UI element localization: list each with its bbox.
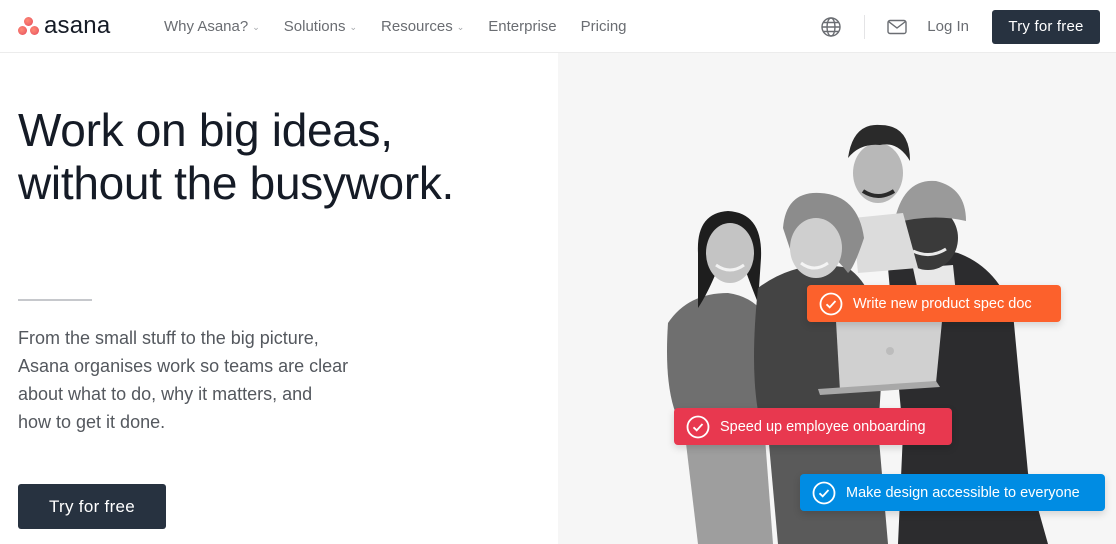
globe-icon[interactable]	[820, 16, 842, 38]
login-link[interactable]: Log In	[927, 18, 969, 35]
check-circle-icon	[812, 481, 836, 504]
nav-item-pricing[interactable]: Pricing	[581, 18, 627, 35]
task-badge-accessible-design[interactable]: Make design accessible to everyone	[800, 474, 1105, 511]
header-divider	[864, 14, 866, 39]
hero-description: From the small stuff to the big picture,…	[18, 324, 378, 436]
header-try-for-free-button[interactable]: Try for free	[992, 9, 1100, 44]
nav-item-label: Resources	[381, 18, 453, 35]
hero-title: Work on big ideas, without the busywork.	[18, 104, 538, 210]
task-label: Speed up employee onboarding	[720, 418, 926, 435]
hero-description-line: From the small stuff to the big picture,	[18, 328, 319, 348]
task-label: Make design accessible to everyone	[846, 484, 1080, 501]
task-badge-product-spec[interactable]: Write new product spec doc	[807, 285, 1061, 322]
top-navigation-bar: asana Why Asana? ⌄ Solutions ⌄ Resources…	[0, 0, 1116, 53]
asana-logo[interactable]: asana	[18, 12, 111, 39]
header-actions: Log In Try for free	[820, 0, 1100, 53]
hero-try-for-free-button[interactable]: Try for free	[18, 484, 166, 529]
nav-item-why-asana[interactable]: Why Asana? ⌄	[164, 18, 260, 35]
hero-title-line-1: Work on big ideas,	[18, 104, 393, 156]
check-circle-icon	[819, 292, 843, 315]
chevron-down-icon: ⌄	[456, 22, 465, 32]
nav-item-enterprise[interactable]: Enterprise	[488, 18, 556, 35]
hero-description-line: how to get it done.	[18, 412, 166, 432]
logo-wordmark: asana	[44, 12, 111, 39]
hero-title-line-2: without the busywork.	[18, 157, 455, 209]
nav-item-label: Why Asana?	[164, 18, 249, 35]
nav-item-label: Enterprise	[488, 18, 557, 35]
main-nav: Why Asana? ⌄ Solutions ⌄ Resources ⌄ Ent…	[164, 0, 651, 53]
hero-divider	[18, 299, 92, 301]
nav-item-resources[interactable]: Resources ⌄	[381, 18, 464, 35]
chevron-down-icon: ⌄	[349, 22, 358, 32]
mail-icon[interactable]	[887, 19, 907, 35]
asana-logo-icon	[18, 16, 40, 36]
task-label: Write new product spec doc	[853, 295, 1032, 312]
task-badge-employee-onboarding[interactable]: Speed up employee onboarding	[674, 408, 952, 445]
hero-description-line: Asana organises work so teams are clear	[18, 356, 349, 376]
nav-item-label: Solutions	[283, 18, 346, 35]
check-circle-icon	[686, 415, 710, 438]
chevron-down-icon: ⌄	[252, 22, 260, 32]
nav-item-label: Pricing	[580, 18, 627, 35]
hero-description-line: about what to do, why it matters, and	[18, 384, 313, 404]
nav-item-solutions[interactable]: Solutions ⌄	[284, 18, 357, 35]
